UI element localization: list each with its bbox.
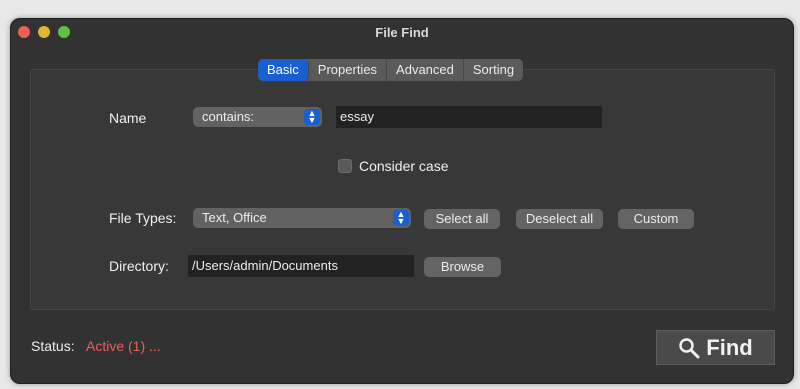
deselect-all-button[interactable]: Deselect all [516,209,603,229]
title-bar: File Find [11,19,793,46]
tab-sorting[interactable]: Sorting [464,59,523,81]
up-down-chevron-icon: ▲ ▼ [393,210,409,226]
name-input[interactable] [336,106,602,128]
find-button-label: Find [706,334,753,360]
consider-case-checkbox[interactable] [338,159,352,173]
basic-panel: Name contains: ▲▼ Consider case File Typ… [30,69,775,310]
tab-properties[interactable]: Properties [309,59,388,81]
select-all-button[interactable]: Select all [424,209,500,229]
tab-basic[interactable]: Basic [258,59,309,81]
up-down-chevron-icon: ▲ ▼ [304,109,320,125]
custom-button[interactable]: Custom [618,209,694,229]
window-title: File Find [375,25,429,40]
tab-advanced[interactable]: Advanced [387,59,464,81]
directory-input[interactable] [188,255,414,277]
file-find-window: File Find Basic Properties Advanced Sort… [10,18,794,384]
browse-button[interactable]: Browse [424,257,501,277]
magnifier-icon [678,337,700,359]
name-match-select[interactable]: contains: ▲ ▼ [193,107,322,127]
name-match-value: contains: [202,109,255,124]
directory-label: Directory: [109,258,169,274]
file-types-label: File Types: [109,210,177,226]
status-value: Active (1) ... [86,338,161,354]
find-button[interactable]: Find [656,330,775,365]
file-types-select[interactable]: Text, Office ▲ ▼ [193,208,411,228]
name-label: Name [109,110,147,126]
status-label: Status: [31,338,75,354]
file-types-value: Text, Office [202,210,267,225]
tab-bar: Basic Properties Advanced Sorting [258,59,524,81]
consider-case-label: Consider case [359,158,449,174]
